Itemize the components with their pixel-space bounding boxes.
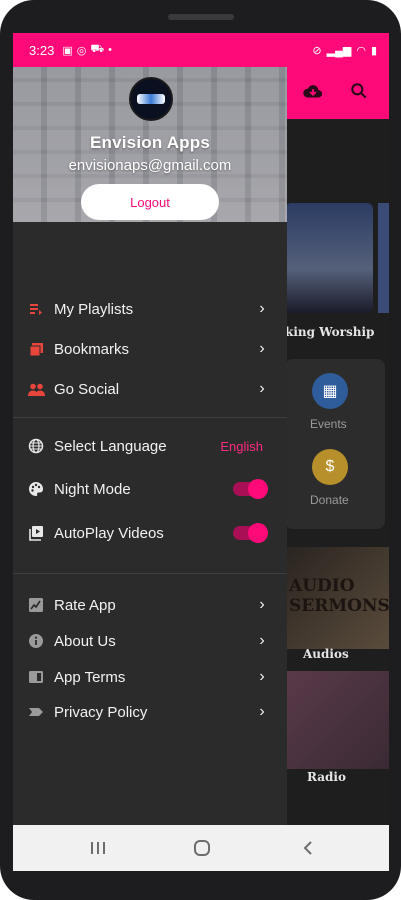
chevron-right-icon: › [259, 340, 265, 357]
divider [13, 573, 287, 574]
playlist-icon [27, 300, 45, 318]
events-label: Events [310, 417, 347, 431]
speaker-grille [168, 14, 234, 20]
menu-item-night-mode[interactable]: Night Mode [13, 471, 287, 507]
video-thumbnail[interactable] [285, 203, 373, 313]
menu-item-privacy-policy[interactable]: Privacy Policy › [13, 694, 287, 730]
chevron-right-icon: › [259, 596, 265, 613]
navigation-drawer: Envision Apps envisionaps@gmail.com Logo… [13, 67, 287, 825]
radio-image[interactable] [285, 671, 389, 769]
bookmarks-icon [27, 340, 45, 358]
video-title: king Worship [285, 325, 375, 339]
audios-label: Audios [303, 647, 349, 661]
avatar[interactable] [129, 77, 173, 121]
whatsapp-icon: ◎ [76, 44, 87, 57]
chevron-right-icon: › [259, 703, 265, 720]
language-value[interactable]: English [220, 439, 263, 454]
mute-icon: ⊘ [312, 44, 322, 57]
menu-item-rate-app[interactable]: Rate App › [13, 587, 287, 623]
globe-icon [27, 437, 45, 455]
shop-icon: ⛟ [90, 43, 105, 55]
video-thumbnail-next[interactable] [378, 203, 389, 313]
menu-item-my-playlists[interactable]: My Playlists › [13, 291, 287, 327]
wifi-icon: ◠ [356, 44, 366, 57]
signal-icon: ▂▄▆ [326, 44, 352, 57]
people-icon [27, 380, 45, 398]
menu-item-about-us[interactable]: About Us › [13, 623, 287, 659]
chevron-right-icon: › [259, 668, 265, 685]
logout-button[interactable]: Logout [81, 184, 219, 220]
video-library-icon [27, 524, 45, 542]
audio-sermons-image[interactable]: AUDIO SERMONS [285, 547, 389, 649]
night-mode-toggle[interactable] [233, 479, 268, 499]
status-bar: 3:23 ▣ ◎ ⛟ • ⊘ ▂▄▆ ◠ ▮ [13, 33, 389, 67]
menu-item-go-social[interactable]: Go Social › [13, 371, 287, 407]
palette-icon [27, 480, 45, 498]
divider [13, 417, 287, 418]
rate-icon [27, 596, 45, 614]
system-nav-bar [13, 825, 389, 871]
gallery-icon: ▣ [62, 44, 73, 57]
radio-label: Radio [307, 770, 346, 784]
privacy-icon [27, 703, 45, 721]
screen: 3:23 ▣ ◎ ⛟ • ⊘ ▂▄▆ ◠ ▮ king Worship ▦ Ev… [13, 33, 389, 871]
donate-icon[interactable]: $ [312, 449, 348, 485]
user-name: Envision Apps [89, 133, 211, 152]
home-icon[interactable] [187, 835, 217, 861]
chevron-right-icon: › [259, 380, 265, 397]
user-email: envisionaps@gmail.com [68, 157, 232, 174]
dot-icon: • [108, 44, 113, 56]
menu-item-app-terms[interactable]: App Terms › [13, 659, 287, 695]
phone-frame: 3:23 ▣ ◎ ⛟ • ⊘ ▂▄▆ ◠ ▮ king Worship ▦ Ev… [0, 0, 401, 900]
info-icon [27, 632, 45, 650]
events-icon[interactable]: ▦ [312, 373, 348, 409]
back-icon[interactable] [293, 835, 323, 861]
autoplay-toggle[interactable] [233, 523, 268, 543]
menu-item-select-language[interactable]: Select Language English [13, 428, 287, 464]
app-logo [137, 94, 165, 104]
menu-item-autoplay-videos[interactable]: AutoPlay Videos [13, 515, 287, 551]
recents-icon[interactable] [83, 835, 113, 861]
drawer-header: Envision Apps envisionaps@gmail.com Logo… [13, 67, 287, 222]
chevron-right-icon: › [259, 632, 265, 649]
donate-label: Donate [310, 493, 349, 507]
battery-icon: ▮ [370, 44, 377, 57]
cloud-download-icon[interactable] [301, 81, 325, 105]
terms-icon [27, 668, 45, 686]
search-icon[interactable] [347, 81, 371, 105]
menu-item-bookmarks[interactable]: Bookmarks › [13, 331, 287, 367]
chevron-right-icon: › [259, 300, 265, 317]
status-time: 3:23 [29, 42, 55, 58]
